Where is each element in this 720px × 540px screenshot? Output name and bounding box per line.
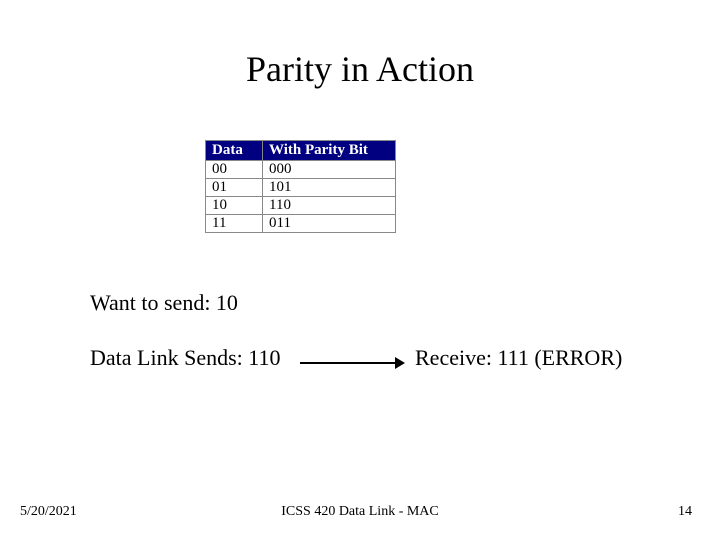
cell-data: 01 [206,179,263,197]
table-header-parity: With Parity Bit [263,141,396,161]
table-row: 00 000 [206,161,396,179]
receive-text: Receive: 111 (ERROR) [415,345,622,371]
cell-parity: 110 [263,197,396,215]
table-header-data: Data [206,141,263,161]
slide-title: Parity in Action [0,48,720,90]
arrow-head-icon [395,357,405,369]
cell-data: 00 [206,161,263,179]
cell-data: 10 [206,197,263,215]
footer-center: ICSS 420 Data Link - MAC [0,504,720,520]
table-header-row: Data With Parity Bit [206,141,396,161]
cell-parity: 101 [263,179,396,197]
table-row: 11 011 [206,215,396,233]
cell-parity: 011 [263,215,396,233]
cell-data: 11 [206,215,263,233]
want-to-send-text: Want to send: 10 [90,290,238,316]
data-link-sends-text: Data Link Sends: 110 [90,345,280,371]
table-row: 10 110 [206,197,396,215]
arrow-line [300,362,396,364]
cell-parity: 000 [263,161,396,179]
footer-page-number: 14 [678,504,692,520]
slide: Parity in Action Data With Parity Bit 00… [0,0,720,540]
parity-table: Data With Parity Bit 00 000 01 101 10 11… [205,140,396,233]
arrow-icon [300,357,406,369]
table-row: 01 101 [206,179,396,197]
